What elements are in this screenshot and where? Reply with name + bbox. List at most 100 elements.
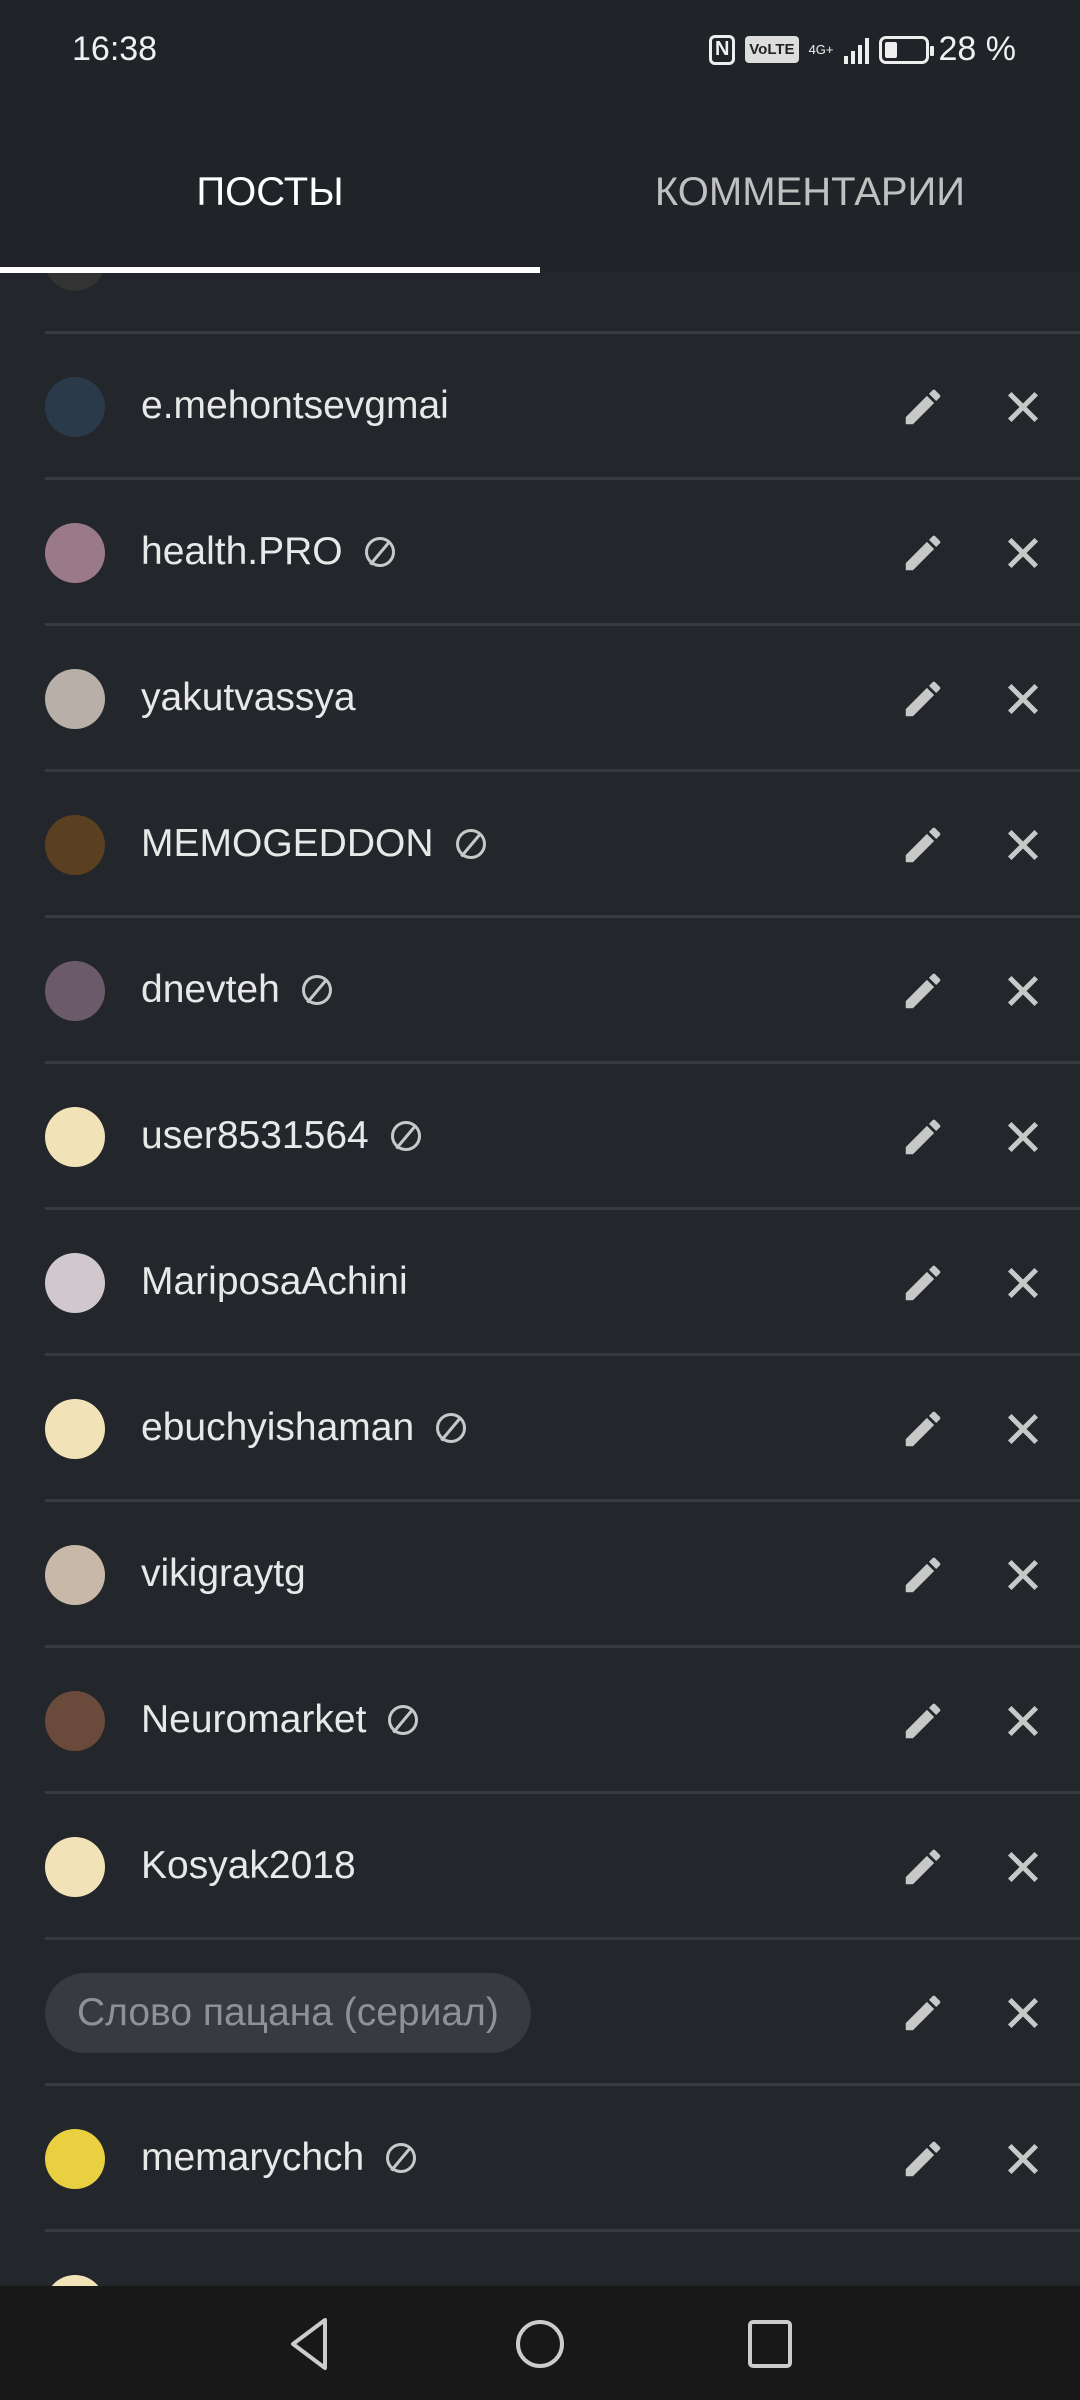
user-row: Neuromarket (45, 1648, 1080, 1794)
clock: 16:38 (72, 30, 158, 68)
pencil-icon[interactable] (900, 968, 946, 1014)
close-icon[interactable] (1000, 1114, 1046, 1160)
close-icon[interactable] (1000, 1990, 1046, 2036)
close-icon[interactable] (1000, 676, 1046, 722)
pencil-icon[interactable] (900, 676, 946, 722)
username: MariposaAchini (141, 1260, 408, 1304)
username-text: yakutvassya (141, 676, 356, 719)
home-icon[interactable] (513, 2316, 567, 2372)
block-icon (455, 829, 486, 859)
username: ebuchyishaman (141, 1406, 467, 1450)
avatar (45, 1399, 105, 1459)
user-row: MEMOGEDDON (45, 772, 1080, 918)
pencil-icon[interactable] (900, 1406, 946, 1452)
close-icon[interactable] (1000, 530, 1046, 576)
username: dnevteh (141, 968, 332, 1012)
close-icon[interactable] (1000, 1552, 1046, 1598)
close-icon[interactable] (1000, 822, 1046, 868)
battery-icon (878, 35, 934, 64)
active-tab-indicator (0, 267, 540, 273)
username: MEMOGEDDON (141, 822, 486, 866)
pencil-icon[interactable] (900, 1844, 946, 1890)
battery-percent: 28 % (938, 30, 1017, 68)
username-text: MariposaAchini (141, 1260, 408, 1303)
username: memarychch (141, 2136, 417, 2180)
username: e.mehontsevgmai (141, 384, 449, 428)
username-text: Kosyak2018 (141, 1844, 356, 1887)
pencil-icon[interactable] (900, 384, 946, 430)
username-text: MEMOGEDDON (141, 822, 434, 865)
block-icon (388, 1705, 419, 1735)
recents-icon[interactable] (745, 2316, 795, 2372)
avatar (45, 669, 105, 729)
avatar (45, 1691, 105, 1751)
user-row: Kosyak2018 (45, 1794, 1080, 1940)
avatar (45, 1107, 105, 1167)
username: yakutvassya (141, 676, 356, 720)
user-row: ebuchyishaman (45, 1356, 1080, 1502)
username: Neuromarket (141, 1698, 419, 1742)
close-icon[interactable] (1000, 384, 1046, 430)
pencil-icon[interactable] (900, 1698, 946, 1744)
avatar (45, 961, 105, 1021)
user-row: memarychch (45, 2086, 1080, 2232)
close-icon[interactable] (1000, 1260, 1046, 1306)
tab-comments[interactable]: КОММЕНТАРИИ (540, 170, 1080, 215)
username: vikigraytg (141, 1552, 306, 1596)
avatar (45, 1253, 105, 1313)
avatar (45, 377, 105, 437)
username: user8531564 (141, 1114, 421, 1158)
block-icon (436, 1413, 467, 1443)
tag-chip[interactable]: Слово пацана (сериал) (45, 1973, 531, 2053)
avatar (45, 1837, 105, 1897)
pencil-icon[interactable] (900, 1260, 946, 1306)
volte-icon: VoLTE (745, 36, 799, 63)
avatar (45, 1545, 105, 1605)
user-row: MariposaAchini (45, 1210, 1080, 1356)
close-icon[interactable] (1000, 968, 1046, 1014)
back-icon[interactable] (285, 2316, 335, 2372)
pencil-icon[interactable] (900, 530, 946, 576)
block-icon (364, 537, 395, 567)
close-icon[interactable] (1000, 2136, 1046, 2182)
nfc-icon: N (709, 34, 736, 65)
avatar (45, 815, 105, 875)
username-text: health.PRO (141, 530, 343, 573)
tag-row: Слово пацана (сериал) (45, 1940, 1080, 2086)
username-text: vikigraytg (141, 1552, 306, 1595)
username-text: Neuromarket (141, 1698, 367, 1741)
pencil-icon[interactable] (900, 1552, 946, 1598)
close-icon[interactable] (1000, 1698, 1046, 1744)
username: health.PRO (141, 530, 395, 574)
blocked-list: e.mehontsevgmai health.PRO yakutvassya MEMO… (0, 188, 1080, 2378)
tab-posts[interactable]: ПОСТЫ (0, 170, 540, 215)
network-type: 4G+ (808, 41, 834, 57)
block-icon (301, 975, 332, 1005)
username-text: memarychch (141, 2136, 365, 2179)
avatar (45, 523, 105, 583)
pencil-icon[interactable] (900, 822, 946, 868)
user-row: e.mehontsevgmai (45, 334, 1080, 480)
signal-icon (843, 36, 869, 64)
username-text: user8531564 (141, 1114, 369, 1157)
block-icon (390, 1121, 421, 1151)
pencil-icon[interactable] (900, 1114, 946, 1160)
username-text: dnevteh (141, 968, 280, 1011)
pencil-icon[interactable] (900, 2136, 946, 2182)
close-icon[interactable] (1000, 1406, 1046, 1452)
user-row: yakutvassya (45, 626, 1080, 772)
user-row: health.PRO (45, 480, 1080, 626)
status-bar: 16:38 N VoLTE 4G+ 28 % (0, 0, 1080, 100)
close-icon[interactable] (1000, 1844, 1046, 1890)
user-row: dnevteh (45, 918, 1080, 1064)
system-nav-bar (0, 2286, 1080, 2400)
avatar (45, 2129, 105, 2189)
username-text: e.mehontsevgmai (141, 384, 449, 427)
user-row: vikigraytg (45, 1502, 1080, 1648)
app-header: 16:38 N VoLTE 4G+ 28 % ПОСТЫ КОММЕНТАРИИ (0, 0, 1080, 273)
user-row: user8531564 (45, 1064, 1080, 1210)
pencil-icon[interactable] (900, 1990, 946, 2036)
username: Kosyak2018 (141, 1844, 356, 1888)
block-icon (386, 2143, 417, 2173)
username-text: ebuchyishaman (141, 1406, 415, 1449)
